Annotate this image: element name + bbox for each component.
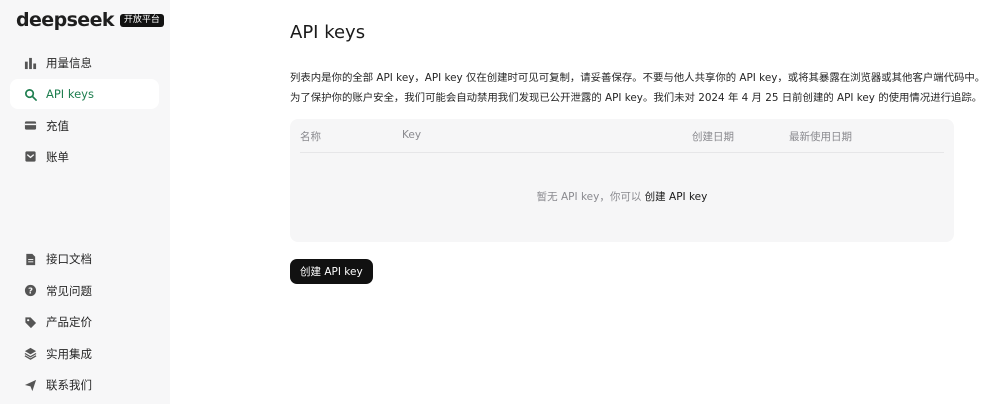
sidebar-item-api-keys[interactable]: API keys [10,79,159,110]
column-header-created: 创建日期 [692,131,734,143]
sidebar-item-label: 联系我们 [46,378,92,392]
app-root: deepseek 开放平台 用量信息 API keys 充值 账单 接口文档 ?… [0,0,1000,404]
send-icon [23,378,37,392]
brand-logo-text: deepseek [16,9,115,31]
sidebar-item-pricing[interactable]: 产品定价 [10,307,159,337]
table-header: 名称 Key 创建日期 最新使用日期 [300,119,944,153]
layers-icon [23,347,37,361]
sidebar-nav-bottom: 接口文档 ? 常见问题 产品定价 实用集成 联系我们 [10,244,159,402]
create-api-key-link[interactable]: 创建 API key [645,191,708,203]
svg-text:?: ? [28,285,33,295]
sidebar-item-label: 实用集成 [46,346,92,361]
brand-badge: 开放平台 [119,13,164,27]
description-line: 为了保护你的账户安全，我们可能会自动禁用我们发现已公开泄露的 API key。我… [290,92,983,104]
sidebar-item-label: 用量信息 [46,56,92,70]
wallet-icon [23,119,37,133]
column-header-last-used: 最新使用日期 [789,131,852,143]
sidebar-item-label: 常见问题 [46,283,92,298]
page-title: API keys [290,22,366,43]
sidebar-item-label: API keys [46,87,94,102]
search-icon [23,87,37,101]
inbox-icon [23,150,37,164]
create-api-key-button[interactable]: 创建 API key [290,259,373,284]
empty-state-text: 暂无 API key，你可以 [536,191,642,203]
sidebar-item-integrations[interactable]: 实用集成 [10,339,159,369]
sidebar-item-faq[interactable]: ? 常见问题 [10,276,159,306]
tag-icon [23,315,37,329]
brand[interactable]: deepseek 开放平台 [16,9,164,31]
empty-state: 暂无 API key，你可以 创建 API key [290,189,954,204]
sidebar-item-label: 充值 [46,118,69,133]
document-icon [23,252,37,266]
question-icon: ? [23,284,37,298]
sidebar: deepseek 开放平台 用量信息 API keys 充值 账单 接口文档 ?… [0,0,170,404]
sidebar-item-label: 接口文档 [46,252,92,266]
sidebar-nav-top: 用量信息 API keys 充值 账单 [10,48,159,173]
description-line: 列表内是你的全部 API key，API key 仅在创建时可见可复制，请妥善保… [290,72,986,84]
sidebar-item-docs[interactable]: 接口文档 [10,244,159,274]
sidebar-item-label: 产品定价 [46,315,92,329]
column-header-name: 名称 [300,131,321,143]
main-content: API keys 列表内是你的全部 API key，API key 仅在创建时可… [170,0,1000,404]
sidebar-item-label: 账单 [46,149,69,164]
sidebar-item-billing[interactable]: 账单 [10,142,159,172]
column-header-key: Key [402,129,422,141]
sidebar-item-recharge[interactable]: 充值 [10,111,159,141]
api-keys-table: 名称 Key 创建日期 最新使用日期 暂无 API key，你可以 创建 API… [290,119,954,242]
bar-chart-icon [23,56,37,70]
sidebar-item-contact[interactable]: 联系我们 [10,370,159,400]
page-description: 列表内是你的全部 API key，API key 仅在创建时可见可复制，请妥善保… [290,68,986,108]
sidebar-item-usage[interactable]: 用量信息 [10,48,159,78]
